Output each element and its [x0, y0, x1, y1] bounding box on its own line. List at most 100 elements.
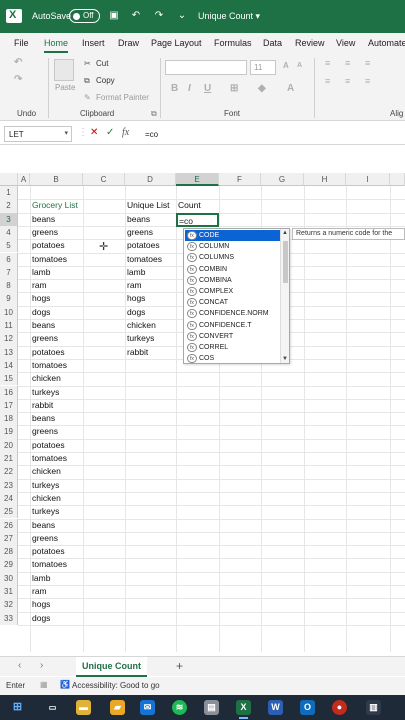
dialog-launcher-icon[interactable]: ⧉	[151, 109, 157, 119]
row-header[interactable]: 15	[0, 372, 18, 386]
redo-icon[interactable]: ↷	[153, 10, 165, 22]
decrease-font-icon[interactable]: A	[297, 62, 302, 69]
row-header[interactable]: 31	[0, 585, 18, 599]
recorder-icon[interactable]: ●	[332, 700, 347, 715]
grocery-cell[interactable]: turkeys	[32, 386, 59, 399]
row-header[interactable]: 24	[0, 491, 18, 506]
align-middle-icon[interactable]: ≡	[345, 58, 350, 68]
grocery-cell[interactable]: tomatoes	[32, 558, 67, 571]
autocomplete-item[interactable]: fx CORREL	[185, 342, 281, 353]
row-header[interactable]: 4	[0, 225, 18, 240]
paste-icon[interactable]	[54, 59, 74, 81]
autocomplete-item[interactable]: fx COLUMN	[185, 241, 281, 252]
grocery-cell[interactable]: beans	[32, 213, 55, 226]
sheet-next-icon[interactable]: ›	[40, 660, 43, 671]
scrollbar-thumb[interactable]	[283, 241, 288, 283]
grocery-cell[interactable]: potatoes	[32, 545, 65, 558]
align-top-icon[interactable]: ≡	[325, 58, 330, 68]
windows-start-icon[interactable]: ⊞	[10, 700, 25, 715]
autocomplete-item[interactable]: fx COS	[185, 353, 281, 364]
row-header[interactable]: 9	[0, 292, 18, 306]
notes-icon[interactable]: ▥	[366, 700, 381, 715]
tab-file[interactable]: File	[14, 38, 29, 48]
row-header[interactable]: 16	[0, 385, 18, 399]
row-header[interactable]: 10	[0, 305, 18, 319]
grocery-cell[interactable]: greens	[32, 226, 58, 239]
column-header-i[interactable]: I	[346, 173, 390, 186]
excel-taskbar-icon[interactable]: X	[236, 700, 251, 719]
unique-cell[interactable]: hogs	[127, 292, 145, 305]
align-right-icon[interactable]: ≡	[365, 76, 370, 86]
row-header[interactable]: 12	[0, 332, 18, 346]
autocomplete-item[interactable]: fx COLUMNS	[185, 252, 281, 263]
chevron-down-icon[interactable]: ▼	[282, 356, 288, 362]
row-header[interactable]: 2	[0, 199, 18, 213]
grocery-cell[interactable]: beans	[32, 319, 55, 332]
grocery-cell[interactable]: tomatoes	[32, 253, 67, 266]
grocery-cell[interactable]: greens	[32, 332, 58, 345]
unique-cell[interactable]: tomatoes	[127, 253, 162, 266]
column-header-a[interactable]: A	[18, 173, 30, 186]
cancel-icon[interactable]: ✕	[90, 127, 98, 138]
autocomplete-item[interactable]: fx COMPLEX	[185, 286, 281, 297]
grocery-cell[interactable]: potatoes	[32, 239, 65, 252]
row-header[interactable]: 5	[0, 239, 18, 253]
sheet-tab-unique-count[interactable]: Unique Count	[76, 657, 147, 677]
column-header-b[interactable]: B	[30, 173, 83, 186]
row-header[interactable]: 13	[0, 345, 18, 359]
cut-button[interactable]: Cut	[96, 59, 108, 68]
unique-cell[interactable]: chicken	[127, 319, 156, 332]
grocery-cell[interactable]: dogs	[32, 612, 50, 625]
row-header[interactable]: 1	[0, 186, 18, 200]
header-unique-list[interactable]: Unique List	[127, 199, 170, 212]
row-header[interactable]: 6	[0, 252, 18, 266]
unique-cell[interactable]: beans	[127, 213, 150, 226]
column-header-h[interactable]: H	[304, 173, 346, 186]
grocery-cell[interactable]: turkeys	[32, 505, 59, 518]
row-header[interactable]: 7	[0, 265, 18, 280]
bold-icon[interactable]: B	[171, 83, 178, 94]
tab-draw[interactable]: Draw	[118, 38, 139, 48]
autocomplete-item[interactable]: fx COMBINA	[185, 275, 281, 286]
tab-home[interactable]: Home	[44, 38, 69, 53]
chevron-down-icon[interactable]: ▾	[64, 129, 68, 137]
row-header[interactable]: 28	[0, 545, 18, 559]
taskview-icon[interactable]: ▭	[45, 700, 60, 715]
accessibility-icon[interactable]: ♿	[60, 680, 70, 689]
row-header[interactable]: 19	[0, 425, 18, 439]
row-header[interactable]: 3	[0, 212, 18, 226]
tab-view[interactable]: View	[336, 38, 355, 48]
column-header-d[interactable]: D	[125, 173, 176, 186]
unique-cell[interactable]: potatoes	[127, 239, 160, 252]
spotify-icon[interactable]: ≋	[172, 700, 187, 715]
unique-cell[interactable]: greens	[127, 226, 153, 239]
row-header[interactable]: 14	[0, 358, 18, 373]
font-name-field[interactable]	[165, 60, 247, 75]
grocery-cell[interactable]: chicken	[32, 372, 61, 385]
row-header[interactable]: 26	[0, 518, 18, 532]
accessibility-status[interactable]: Accessibility: Good to go	[72, 681, 160, 690]
grocery-cell[interactable]: chicken	[32, 492, 61, 505]
autocomplete-item[interactable]: fx COMBIN	[185, 264, 281, 275]
add-sheet-button[interactable]: +	[176, 659, 183, 673]
tab-page-layout[interactable]: Page Layout	[151, 38, 202, 48]
row-header[interactable]: 21	[0, 452, 18, 466]
cut-icon[interactable]: ✂	[84, 59, 91, 68]
format-painter-button[interactable]: Format Painter	[96, 93, 149, 102]
autosave-toggle[interactable]: Off	[69, 9, 100, 23]
column-header-e[interactable]: E	[176, 173, 219, 186]
save-icon[interactable]: ▣	[108, 10, 120, 22]
unique-cell[interactable]: rabbit	[127, 346, 148, 359]
unique-cell[interactable]: ram	[127, 279, 142, 292]
grocery-cell[interactable]: lamb	[32, 572, 50, 585]
grocery-cell[interactable]: dogs	[32, 306, 50, 319]
grocery-cell[interactable]: beans	[32, 519, 55, 532]
undo-icon[interactable]: ↶	[14, 57, 22, 68]
row-header[interactable]: 32	[0, 598, 18, 612]
font-size-field[interactable]: 11	[250, 60, 276, 75]
row-header[interactable]: 18	[0, 412, 18, 426]
paste-button[interactable]: Paste	[55, 83, 75, 92]
align-left-icon[interactable]: ≡	[325, 76, 330, 86]
mail-icon[interactable]: ✉	[140, 700, 155, 715]
row-header[interactable]: 23	[0, 478, 18, 492]
